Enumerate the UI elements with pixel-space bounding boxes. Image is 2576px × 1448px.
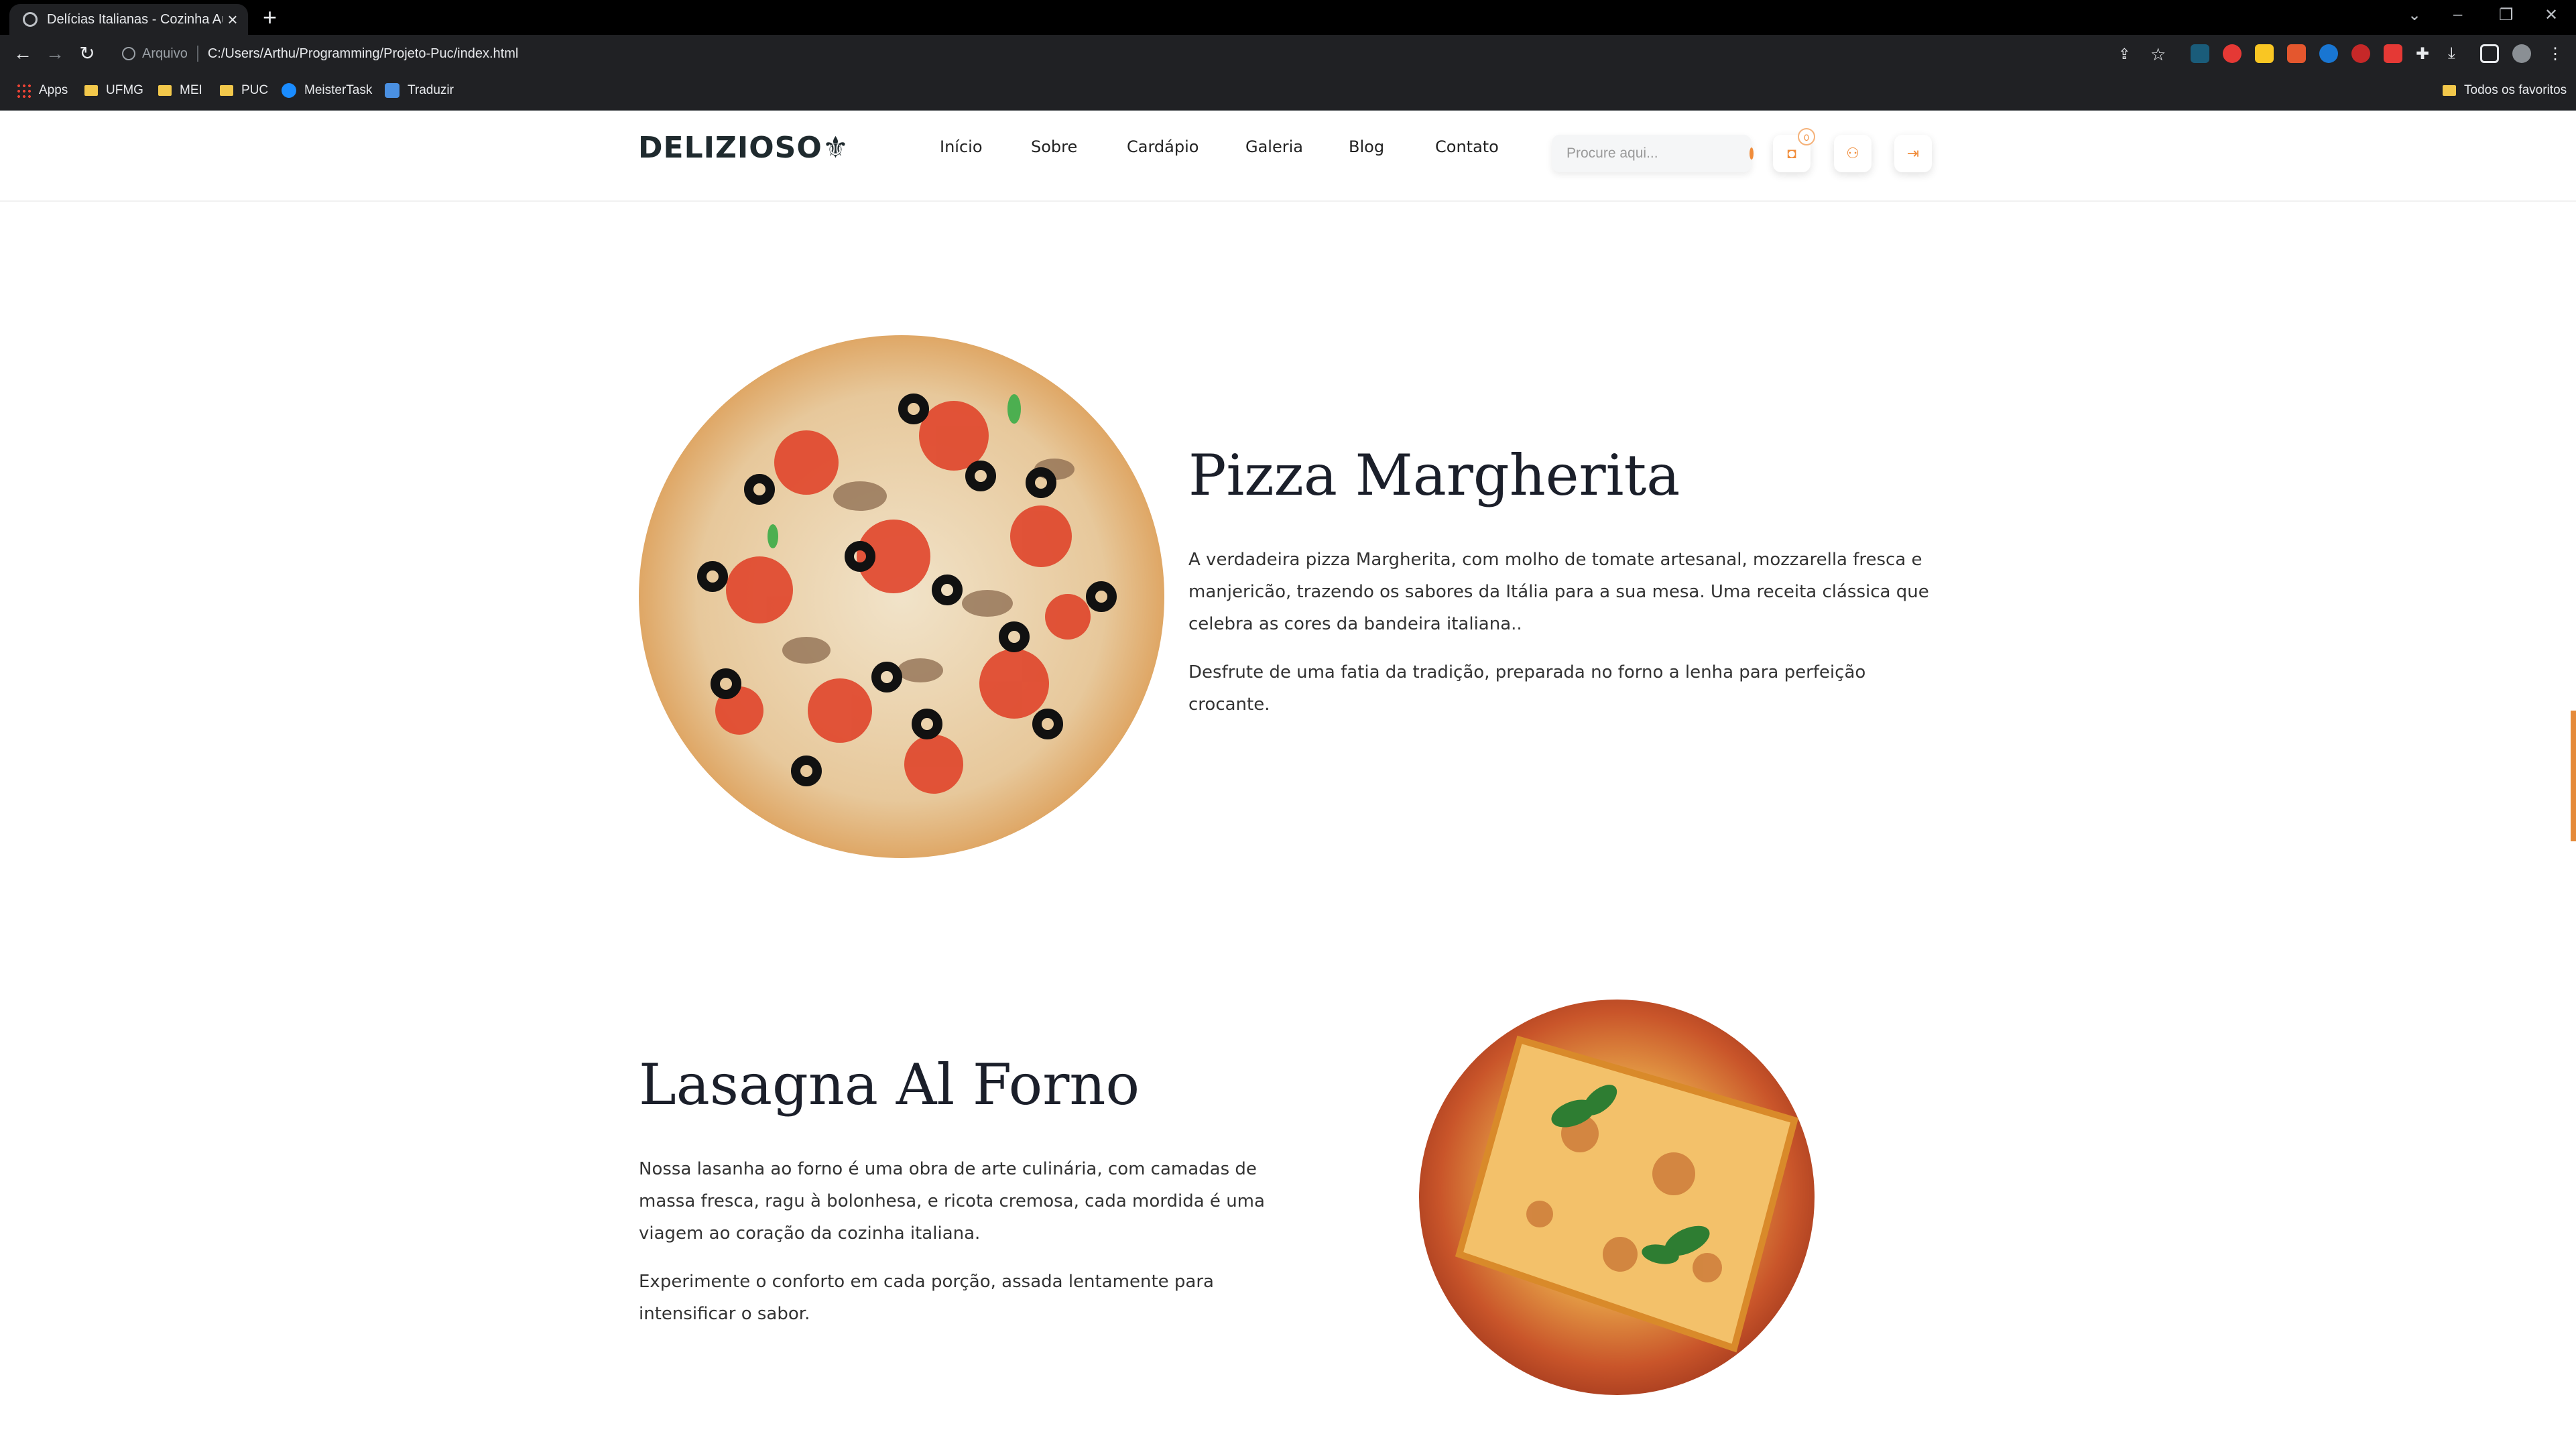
adblock-icon[interactable] [2223, 44, 2242, 63]
menu-icon[interactable]: ⋮ [2547, 44, 2566, 63]
browser-toolbar: ← → ↻ Arquivo C:/Users/Arthu/Programming… [0, 35, 2576, 72]
cart-count-badge: 0 [1798, 128, 1815, 145]
bookmark-ufmg[interactable]: UFMG [84, 83, 143, 98]
lasagna-illustration [1455, 1035, 1799, 1353]
restore-icon[interactable]: ❐ [2499, 5, 2514, 25]
browser-tab-bar: Delícias Italianas - Cozinha Autê × + ⌄ … [0, 0, 2576, 35]
page-content: DELIZIOSO⚜ Início Sobre Cardápio Galeria… [0, 111, 2576, 1448]
puzzle-icon[interactable]: ✚ [2416, 44, 2435, 63]
nav-cardapio[interactable]: Cardápio [1127, 137, 1199, 156]
globe-icon [23, 12, 38, 27]
address-bar[interactable]: Arquivo C:/Users/Arthu/Programming/Proje… [111, 39, 2343, 68]
extension-icon[interactable] [2384, 44, 2402, 63]
bookmark-apps[interactable]: Apps [16, 83, 68, 98]
nav-inicio[interactable]: Início [940, 137, 983, 156]
lasagna-tagline: Experimente o conforto em cada porção, a… [639, 1272, 1214, 1324]
translate-icon [385, 83, 400, 98]
address-scheme: Arquivo [142, 46, 188, 61]
side-panel-icon[interactable] [2480, 44, 2499, 63]
bookmark-label: Todos os favoritos [2464, 83, 2567, 97]
shopping-bag-icon: ◘ [1787, 145, 1796, 162]
lasagna-description: Nossa lasanha ao forno é uma obra de art… [639, 1159, 1265, 1244]
bookmark-label: MEI [180, 83, 202, 97]
bookmark-label: MeisterTask [304, 83, 373, 97]
folder-icon [2443, 85, 2456, 96]
bookmarks-bar: Apps UFMG MEI PUC MeisterTask Traduzir T… [0, 72, 2576, 111]
site-header: DELIZIOSO⚜ Início Sobre Cardápio Galeria… [0, 111, 2576, 202]
nav-sobre[interactable]: Sobre [1031, 137, 1077, 156]
scrollbar-thumb[interactable] [2571, 711, 2576, 841]
pizza-title: Pizza Margherita [1188, 442, 1680, 508]
search-input[interactable] [1565, 145, 1750, 162]
browser-tab[interactable]: Delícias Italianas - Cozinha Autê × [9, 4, 248, 35]
download-icon[interactable]: ⤓ [2448, 44, 2467, 63]
nav-galeria[interactable]: Galeria [1245, 137, 1303, 156]
bookmark-star-icon[interactable]: ☆ [2150, 44, 2169, 64]
bookmark-puc[interactable]: PUC [220, 83, 268, 98]
pizza-illustration [697, 394, 1117, 794]
meistertask-icon [282, 83, 296, 98]
minimize-icon[interactable]: – [2453, 5, 2462, 24]
fork-spoon-icon: ⚜ [822, 131, 850, 165]
logo-text: DELIZIOSO [638, 131, 822, 165]
folder-icon [220, 85, 233, 96]
extension-icon[interactable] [2255, 44, 2274, 63]
user-button[interactable]: ⚇ [1834, 135, 1872, 172]
nav-contato[interactable]: Contato [1435, 137, 1499, 156]
extension-icon[interactable] [2319, 44, 2338, 63]
extension-icon[interactable] [2351, 44, 2370, 63]
pizza-description: A verdadeira pizza Margherita, com molho… [1188, 550, 1929, 634]
bookmark-label: Apps [39, 83, 68, 97]
bookmark-mei[interactable]: MEI [158, 83, 202, 98]
bookmark-all-favorites[interactable]: Todos os favoritos [2443, 83, 2567, 98]
folder-icon [84, 85, 98, 96]
login-button[interactable]: ⇥ [1894, 135, 1932, 172]
address-separator [196, 46, 198, 62]
reload-icon[interactable]: ↻ [74, 40, 101, 67]
close-tab-icon[interactable]: × [223, 9, 243, 30]
new-tab-button[interactable]: + [263, 4, 277, 31]
search-box [1552, 135, 1754, 172]
login-icon: ⇥ [1906, 145, 1920, 162]
tab-search-icon[interactable]: ⌄ [2408, 5, 2421, 25]
nav-blog[interactable]: Blog [1349, 137, 1384, 156]
lasagna-title: Lasagna Al Forno [639, 1052, 1140, 1118]
share-icon[interactable]: ⇪ [2118, 46, 2137, 64]
address-url[interactable]: C:/Users/Arthu/Programming/Projeto-Puc/i… [208, 46, 519, 62]
pizza-tagline: Desfrute de uma fatia da tradição, prepa… [1188, 662, 1866, 715]
avatar[interactable] [2512, 44, 2531, 63]
bookmark-label: PUC [241, 83, 269, 97]
user-icon: ⚇ [1846, 145, 1859, 162]
search-icon[interactable] [1750, 147, 1754, 160]
forward-icon[interactable]: → [42, 40, 68, 67]
site-info-icon[interactable] [122, 47, 135, 60]
extension-icon[interactable] [2287, 44, 2306, 63]
bookmark-label: UFMG [106, 83, 143, 97]
folder-icon [158, 85, 172, 96]
apps-grid-icon [16, 83, 31, 98]
bookmark-traduzir[interactable]: Traduzir [385, 83, 454, 98]
tab-title: Delícias Italianas - Cozinha Autê [47, 11, 223, 27]
bookmark-label: Traduzir [408, 83, 454, 97]
site-logo[interactable]: DELIZIOSO⚜ [638, 131, 849, 165]
close-window-icon[interactable]: ✕ [2544, 5, 2558, 25]
lasagna-image [1419, 1000, 1815, 1395]
back-icon[interactable]: ← [9, 40, 36, 67]
extension-icon[interactable] [2191, 44, 2209, 63]
bookmark-meistertask[interactable]: MeisterTask [282, 83, 372, 98]
pizza-image [639, 335, 1164, 858]
